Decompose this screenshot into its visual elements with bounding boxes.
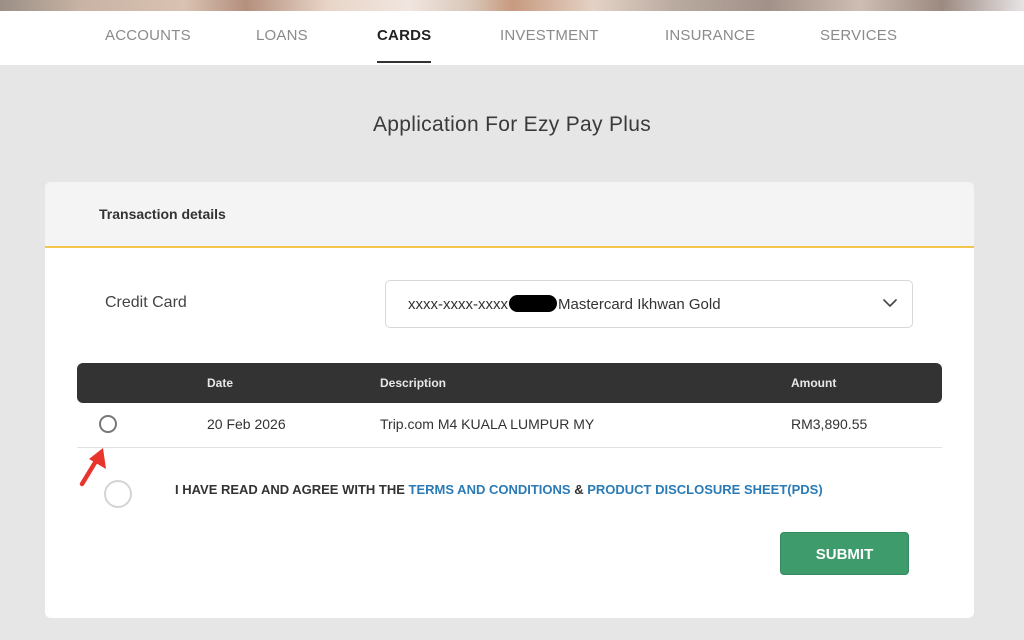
product-disclosure-sheet-link[interactable]: PRODUCT DISCLOSURE SHEET(PDS) (587, 482, 822, 497)
section-title: Transaction details (99, 206, 226, 222)
transaction-description: Trip.com M4 KUALA LUMPUR MY (380, 416, 595, 432)
agreement-prefix: I HAVE READ AND AGREE WITH THE (175, 482, 405, 497)
top-navigation: ACCOUNTS LOANS CARDS INVESTMENT INSURANC… (0, 11, 1024, 65)
section-header: Transaction details (45, 182, 974, 248)
transaction-select-radio[interactable] (99, 415, 117, 433)
nav-item-accounts[interactable]: ACCOUNTS (105, 11, 191, 65)
annotation-arrow-icon (79, 448, 106, 487)
page-title: Application For Ezy Pay Plus (372, 113, 652, 136)
agreement-text: I HAVE READ AND AGREE WITH THE TERMS AND… (175, 482, 823, 497)
hero-banner-strip (0, 0, 1024, 11)
nav-item-investment[interactable]: INVESTMENT (500, 11, 599, 65)
nav-item-loans[interactable]: LOANS (256, 11, 308, 65)
application-form-card: Transaction details Credit Card xxxx-xxx… (45, 182, 974, 618)
column-header-description: Description (380, 376, 447, 390)
nav-item-insurance[interactable]: INSURANCE (665, 11, 755, 65)
transactions-table-header: Date Description Amount (77, 363, 942, 403)
credit-card-label: Credit Card (105, 294, 187, 311)
terms-and-conditions-link[interactable]: TERMS AND CONDITIONS (409, 482, 571, 497)
nav-item-services[interactable]: SERVICES (820, 11, 897, 65)
column-header-amount: Amount (791, 376, 837, 390)
masked-card-number: xxxx-xxxx-xxxx (408, 296, 508, 313)
chevron-down-icon (883, 299, 897, 307)
redaction-mark (509, 295, 557, 312)
card-product-name: Mastercard Ikhwan Gold (558, 296, 721, 313)
agree-terms-radio[interactable] (104, 480, 132, 508)
column-header-date: Date (207, 376, 234, 390)
transaction-amount: RM3,890.55 (791, 416, 868, 432)
credit-card-select[interactable]: xxxx-xxxx-xxxx Mastercard Ikhwan Gold (385, 280, 913, 328)
agreement-joiner: & (574, 482, 584, 497)
table-row[interactable]: 20 Feb 2026 Trip.com M4 KUALA LUMPUR MY … (77, 403, 942, 448)
transaction-date: 20 Feb 2026 (207, 416, 286, 432)
credit-card-selected-value: xxxx-xxxx-xxxx Mastercard Ikhwan Gold (408, 295, 721, 313)
nav-item-cards[interactable]: CARDS (377, 11, 432, 65)
submit-button[interactable]: SUBMIT (780, 532, 909, 575)
